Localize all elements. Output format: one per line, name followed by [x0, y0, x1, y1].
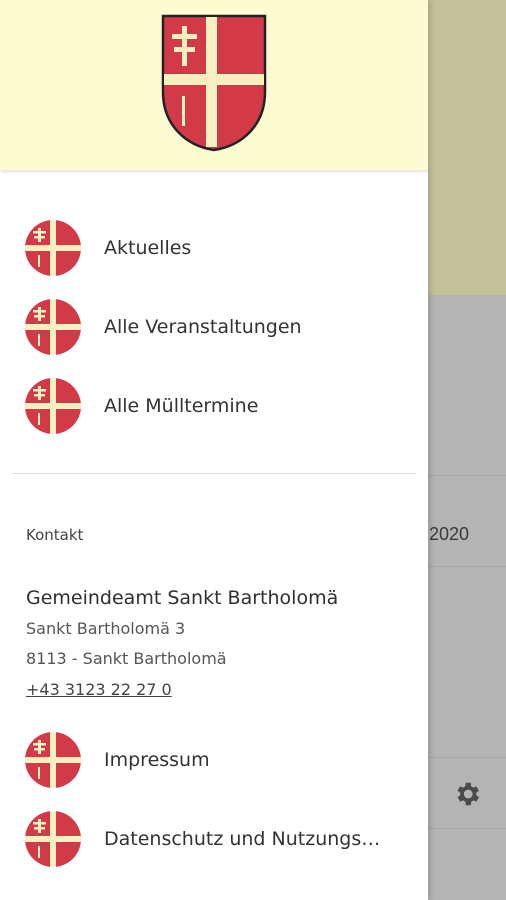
- coat-of-arms-icon: [25, 378, 81, 434]
- nav-item-datenschutz[interactable]: Datenschutz und Nutzungs…: [0, 803, 428, 875]
- background-divider: [428, 475, 506, 476]
- background-date: .2020: [424, 524, 470, 544]
- coat-of-arms-icon: [25, 732, 81, 788]
- drawer-divider: [12, 473, 416, 474]
- nav-item-impressum[interactable]: Impressum: [0, 724, 428, 796]
- contact-city: 8113 - Sankt Bartholomä: [26, 649, 227, 668]
- contact-phone-link[interactable]: +43 3123 22 27 0: [26, 680, 172, 699]
- navigation-drawer: Aktuelles Alle Veranstaltungen Alle Müll…: [0, 0, 428, 900]
- coat-of-arms-icon: [25, 811, 81, 867]
- nav-item-label: Alle Veranstaltungen: [104, 316, 302, 338]
- nav-item-label: Impressum: [104, 749, 210, 771]
- background-divider: [428, 828, 506, 829]
- coat-of-arms-logo: [161, 14, 267, 152]
- nav-item-aktuelles[interactable]: Aktuelles: [0, 212, 428, 284]
- background-divider: [428, 566, 506, 567]
- nav-item-alle-veranstaltungen[interactable]: Alle Veranstaltungen: [0, 291, 428, 363]
- contact-org-name: Gemeindeamt Sankt Bartholomä: [26, 587, 339, 609]
- contact-street: Sankt Bartholomä 3: [26, 619, 186, 638]
- nav-item-label: Aktuelles: [104, 237, 192, 259]
- coat-of-arms-icon: [25, 220, 81, 276]
- nav-item-label: Alle Mülltermine: [104, 395, 259, 417]
- nav-item-alle-muelltermine[interactable]: Alle Mülltermine: [0, 370, 428, 442]
- nav-item-label: Datenschutz und Nutzungs…: [104, 828, 381, 850]
- gear-icon[interactable]: [452, 779, 482, 809]
- contact-section-label: Kontakt: [26, 526, 84, 544]
- drawer-header: [0, 0, 428, 170]
- coat-of-arms-icon: [25, 299, 81, 355]
- background-divider: [428, 757, 506, 758]
